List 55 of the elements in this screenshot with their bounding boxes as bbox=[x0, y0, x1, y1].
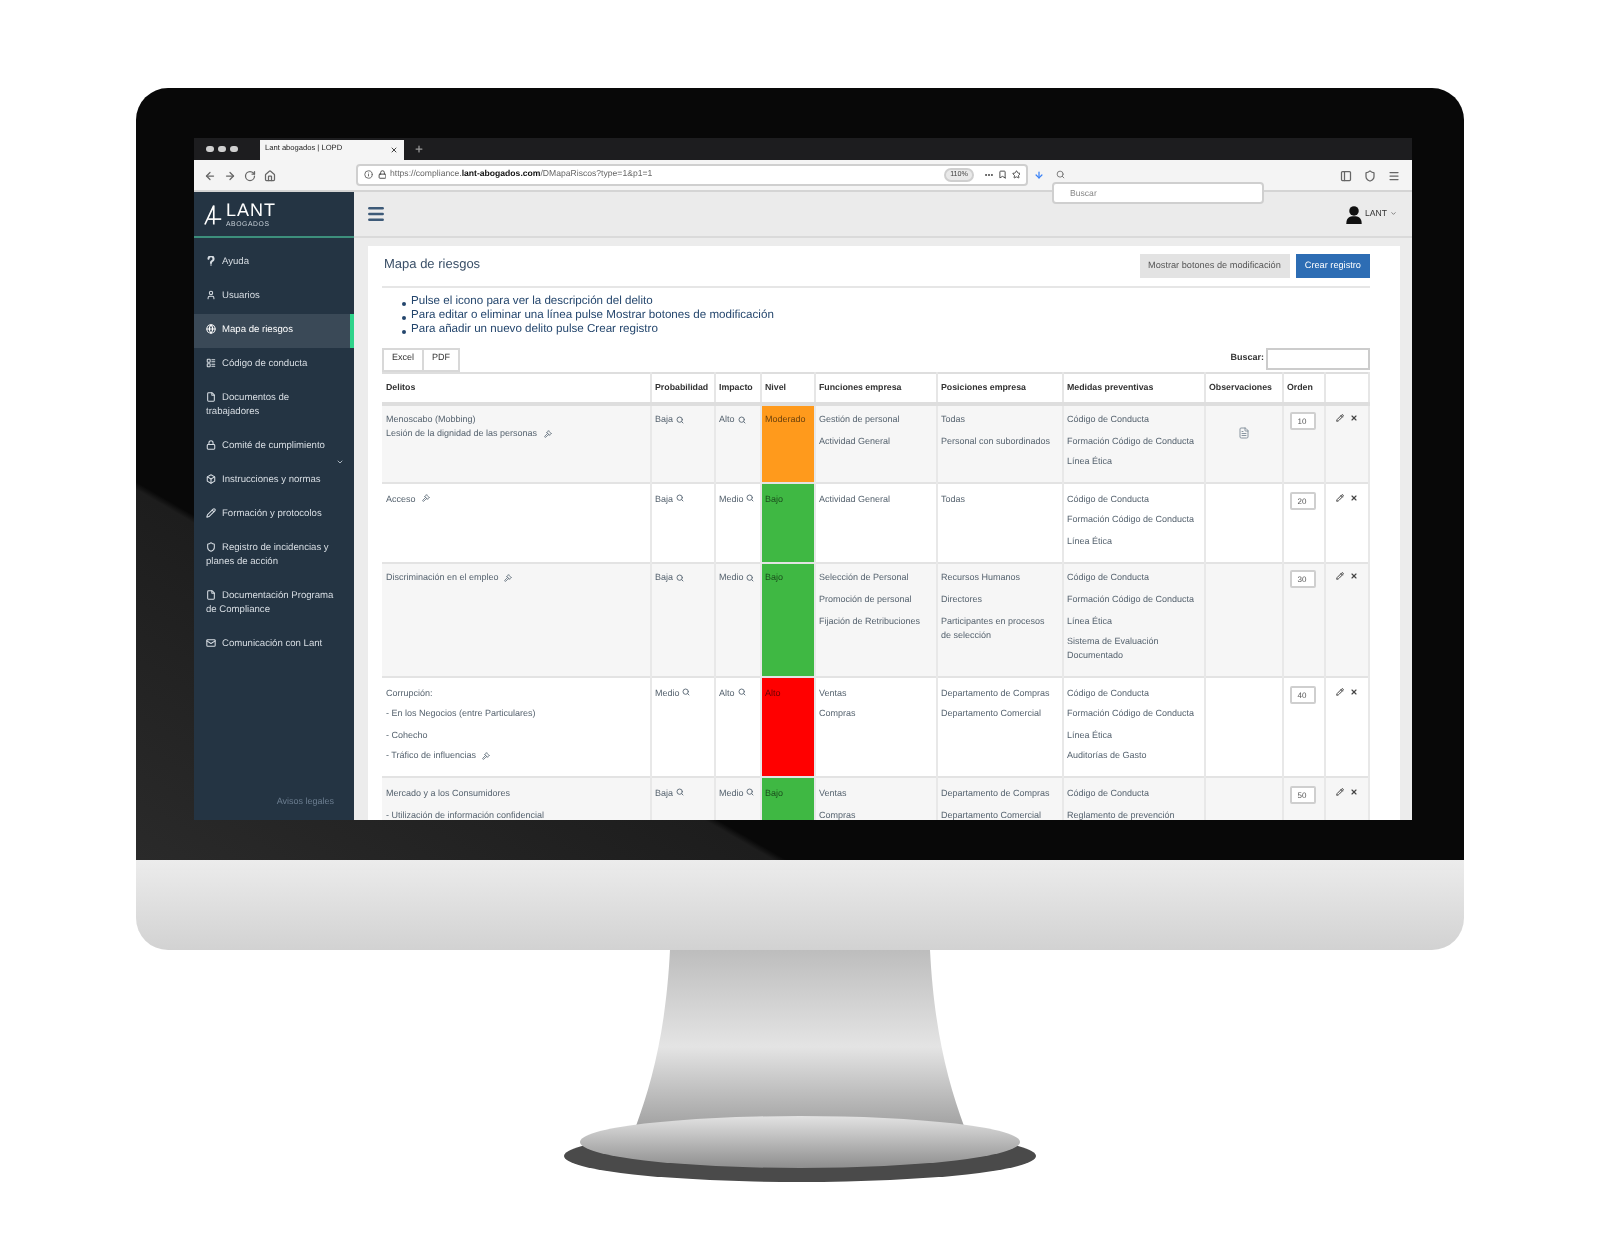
magnifier-icon[interactable] bbox=[675, 415, 684, 423]
mail-icon bbox=[206, 637, 216, 647]
magnifier-icon[interactable] bbox=[737, 415, 746, 423]
logo-mark-icon bbox=[204, 203, 222, 225]
pencil-icon[interactable] bbox=[1335, 787, 1343, 796]
magnifier-icon[interactable] bbox=[675, 788, 684, 797]
magnifier-icon[interactable] bbox=[737, 688, 746, 697]
sidebar-icon[interactable] bbox=[1340, 169, 1352, 181]
magnifier-icon[interactable] bbox=[682, 688, 691, 697]
star-icon[interactable] bbox=[1011, 170, 1020, 180]
magnifier-icon[interactable] bbox=[675, 494, 684, 503]
shield-icon[interactable] bbox=[1364, 169, 1376, 181]
table-search-field[interactable] bbox=[1266, 347, 1370, 369]
logo-text: LANT bbox=[226, 201, 277, 219]
gavel-icon[interactable] bbox=[543, 429, 552, 437]
gavel-icon[interactable] bbox=[504, 573, 513, 582]
user-icon bbox=[206, 289, 216, 299]
magnifier-icon[interactable] bbox=[746, 788, 755, 797]
menu-icon[interactable] bbox=[366, 204, 386, 224]
cross-icon[interactable] bbox=[1349, 493, 1357, 502]
cross-icon[interactable] bbox=[1349, 787, 1357, 796]
forward-icon[interactable] bbox=[224, 169, 236, 181]
lock-icon bbox=[377, 170, 386, 180]
pencil-icon[interactable] bbox=[1335, 414, 1343, 422]
new-tab-icon[interactable] bbox=[413, 144, 423, 154]
list-icon bbox=[206, 357, 216, 367]
info-icon[interactable] bbox=[364, 170, 373, 180]
search-icon bbox=[1056, 170, 1065, 180]
cube-icon bbox=[206, 473, 216, 483]
cross-icon[interactable] bbox=[1349, 572, 1357, 581]
globe-icon bbox=[206, 323, 216, 333]
user-avatar-icon[interactable] bbox=[1345, 205, 1362, 223]
document-icon[interactable] bbox=[1237, 426, 1249, 440]
gavel-icon[interactable] bbox=[421, 494, 430, 503]
reload-icon[interactable] bbox=[244, 169, 256, 181]
document-icon bbox=[206, 391, 216, 401]
shield-icon bbox=[206, 541, 216, 551]
lock-icon bbox=[206, 439, 216, 449]
download-icon[interactable] bbox=[1034, 170, 1044, 180]
magnifier-icon[interactable] bbox=[675, 573, 684, 582]
cross-icon[interactable] bbox=[1349, 414, 1357, 422]
question-mark-icon bbox=[206, 255, 216, 265]
pencil-icon[interactable] bbox=[1335, 572, 1343, 581]
pencil-icon[interactable] bbox=[1335, 493, 1343, 502]
cross-icon[interactable] bbox=[1349, 687, 1357, 696]
document-icon bbox=[206, 589, 216, 599]
bookmark-icon[interactable] bbox=[998, 170, 1007, 180]
back-icon[interactable] bbox=[204, 169, 216, 181]
magnifier-icon[interactable] bbox=[746, 573, 755, 582]
home-icon[interactable] bbox=[264, 169, 276, 181]
pencil-icon[interactable] bbox=[1335, 687, 1343, 696]
menu-icon[interactable] bbox=[1388, 169, 1400, 181]
gavel-icon[interactable] bbox=[482, 751, 491, 760]
magnifier-icon[interactable] bbox=[746, 494, 755, 503]
pencil-icon bbox=[206, 507, 216, 517]
